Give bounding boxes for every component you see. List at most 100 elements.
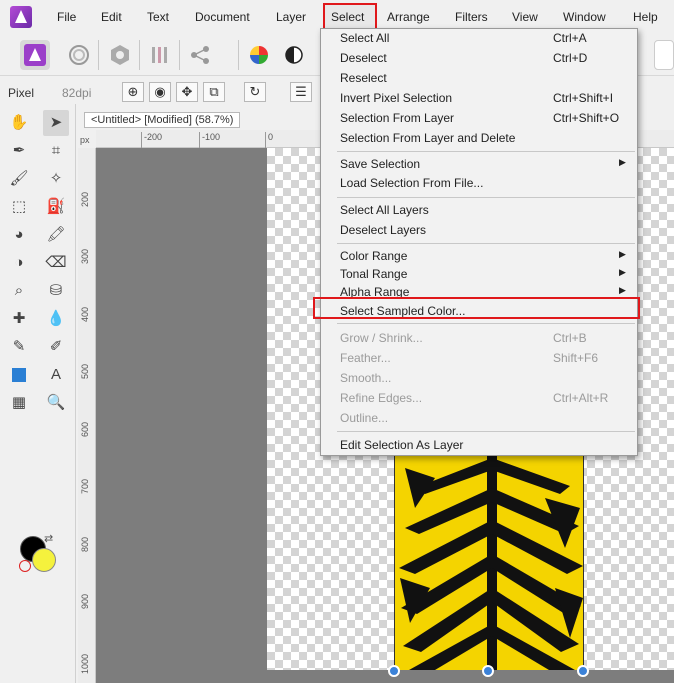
color-wheel-icon	[250, 46, 268, 64]
no-color-icon[interactable]	[19, 560, 31, 572]
menu-item-select-all[interactable]: Select All Ctrl+A	[321, 29, 637, 47]
menu-filters[interactable]: Filters	[455, 10, 488, 24]
menu-item-edit-selection-as-layer[interactable]: Edit Selection As Layer	[321, 436, 637, 454]
menu-item-grow-shrink[interactable]: Grow / Shrink... Ctrl+B	[321, 329, 637, 347]
pen-tool-icon[interactable]: ✎	[6, 334, 32, 360]
menu-select[interactable]: Select	[331, 10, 364, 24]
menu-item-load-selection[interactable]: Load Selection From File...	[321, 174, 637, 192]
menu-layer[interactable]: Layer	[276, 10, 306, 24]
submenu-arrow-icon: ▶	[619, 249, 626, 259]
photo-persona-button[interactable]	[20, 40, 50, 70]
menu-item-deselect[interactable]: Deselect Ctrl+D	[321, 49, 637, 67]
crosshair-icon[interactable]: ⊕	[122, 82, 144, 102]
ruler-unit-label: px	[80, 135, 90, 145]
dodge-tool-icon[interactable]: ◑	[6, 250, 32, 276]
node-tool-icon[interactable]: ✐	[43, 334, 69, 360]
resize-handle-bottom-center[interactable]	[482, 665, 494, 677]
selection-brush-tool-icon[interactable]: 🖌	[6, 166, 32, 192]
move-tool-icon[interactable]: ➤	[43, 110, 69, 136]
background-color-swatch[interactable]	[32, 548, 56, 572]
half-circle-icon	[285, 46, 303, 64]
swap-colors-icon[interactable]: ⇄	[44, 532, 53, 545]
transform-icon[interactable]: ⧉	[203, 82, 225, 102]
blur-tool-icon[interactable]: 💧	[43, 306, 69, 332]
develop-persona-button[interactable]	[105, 40, 135, 70]
tone-mapping-persona-button[interactable]	[145, 40, 175, 70]
ruler-h-tick: -100	[198, 132, 221, 148]
tools-panel: ✋ ➤ ✒ ⌗ 🖌 ✧ ⬚ ⛽ ◕ 🖍 ◑ ⌫ ⌕ ⛁ ✚ 💧 ✎ ✐ A ▦ …	[0, 104, 76, 683]
menu-item-color-range[interactable]: Color Range ▶	[321, 247, 637, 265]
ruler-v-tick: 300	[80, 249, 90, 265]
menu-item-feather[interactable]: Feather... Shift+F6	[321, 349, 637, 367]
menu-item-smooth[interactable]: Smooth...	[321, 369, 637, 387]
ruler-h-tick: 0	[264, 132, 274, 148]
menu-item-tonal-range[interactable]: Tonal Range ▶	[321, 265, 637, 283]
ruler-v-tick: 700	[80, 479, 90, 495]
tone-mapping-icon	[152, 47, 167, 63]
flood-select-tool-icon[interactable]: ✧	[43, 166, 69, 192]
crop-tool-icon[interactable]: ⌗	[43, 138, 69, 164]
move-arrows-icon[interactable]: ✥	[176, 82, 198, 102]
ruler-v-tick: 800	[80, 537, 90, 553]
document-tab[interactable]: <Untitled> [Modified] (58.7%)	[84, 112, 241, 128]
resize-handle-bottom-right[interactable]	[577, 665, 589, 677]
submenu-arrow-icon: ▶	[619, 285, 626, 295]
ruler-v-tick: 1000	[80, 654, 90, 675]
color-wheel-button[interactable]	[244, 40, 274, 70]
fill-tool-icon[interactable]: ⛽	[43, 194, 69, 220]
menu-arrange[interactable]: Arrange	[387, 10, 430, 24]
liquify-persona-icon	[69, 45, 89, 65]
color-picker-tool-icon[interactable]: ✒	[6, 138, 32, 164]
pixel-mode-label[interactable]: Pixel	[8, 86, 34, 100]
submenu-arrow-icon: ▶	[619, 267, 626, 277]
marquee-tool-icon[interactable]: ⬚	[6, 194, 32, 220]
affinity-photo-logo-icon	[10, 6, 32, 28]
eye-icon[interactable]: ◉	[149, 82, 171, 102]
menu-window[interactable]: Window	[563, 10, 606, 24]
menu-item-deselect-layers[interactable]: Deselect Layers	[321, 221, 637, 239]
share-icon	[191, 46, 209, 64]
align-icon[interactable]: ☰	[290, 82, 312, 102]
contrast-button[interactable]	[279, 40, 309, 70]
rectangle-tool-icon[interactable]	[6, 362, 32, 388]
menu-separator	[337, 323, 635, 324]
menu-item-select-all-layers[interactable]: Select All Layers	[321, 201, 637, 219]
gradient-tool-icon[interactable]: ◕	[6, 222, 32, 248]
menu-separator	[337, 243, 635, 244]
menu-document[interactable]: Document	[195, 10, 250, 24]
menu-item-selection-from-layer-and-delete[interactable]: Selection From Layer and Delete	[321, 129, 637, 147]
ruler-h-tick: -200	[140, 132, 163, 148]
ruler-v-tick: 400	[80, 307, 90, 323]
toolbar-overflow-button[interactable]	[654, 40, 674, 70]
rotate-icon[interactable]: ↻	[244, 82, 266, 102]
menu-text[interactable]: Text	[147, 10, 169, 24]
dpi-label: 82dpi	[62, 86, 92, 100]
paint-brush-tool-icon[interactable]: 🖍	[43, 222, 69, 248]
menu-item-reselect[interactable]: Reselect	[321, 69, 637, 87]
tree-image-layer[interactable]	[394, 448, 584, 670]
hand-tool-icon[interactable]: ✋	[6, 110, 32, 136]
menu-help[interactable]: Help	[633, 10, 658, 24]
menu-item-outline[interactable]: Outline...	[321, 409, 637, 427]
menu-view[interactable]: View	[512, 10, 538, 24]
select-sampled-color-highlight	[313, 297, 640, 319]
menu-item-selection-from-layer[interactable]: Selection From Layer Ctrl+Shift+O	[321, 109, 637, 127]
resize-handle-bottom-left[interactable]	[388, 665, 400, 677]
menu-item-refine-edges[interactable]: Refine Edges... Ctrl+Alt+R	[321, 389, 637, 407]
healing-tool-icon[interactable]: ✚	[6, 306, 32, 332]
liquify-persona-button[interactable]	[64, 40, 94, 70]
menu-item-invert-pixel-selection[interactable]: Invert Pixel Selection Ctrl+Shift+I	[321, 89, 637, 107]
menu-separator	[337, 151, 635, 152]
mesh-warp-tool-icon[interactable]: ▦	[6, 390, 32, 416]
zoom-tool-icon[interactable]: ⌕	[6, 278, 32, 304]
menu-file[interactable]: File	[57, 10, 76, 24]
menu-edit[interactable]: Edit	[101, 10, 122, 24]
erase-brush-tool-icon[interactable]: ⌫	[43, 250, 69, 276]
view-zoom-tool-icon[interactable]: 🔍	[43, 390, 69, 416]
menu-item-save-selection[interactable]: Save Selection ▶	[321, 155, 637, 173]
menu-separator	[337, 431, 635, 432]
vertical-ruler: 200 300 400 500 600 700 800 900 1000	[78, 148, 96, 683]
text-tool-icon[interactable]: A	[43, 362, 69, 388]
clone-stamp-tool-icon[interactable]: ⛁	[43, 278, 69, 304]
export-persona-button[interactable]	[185, 40, 215, 70]
